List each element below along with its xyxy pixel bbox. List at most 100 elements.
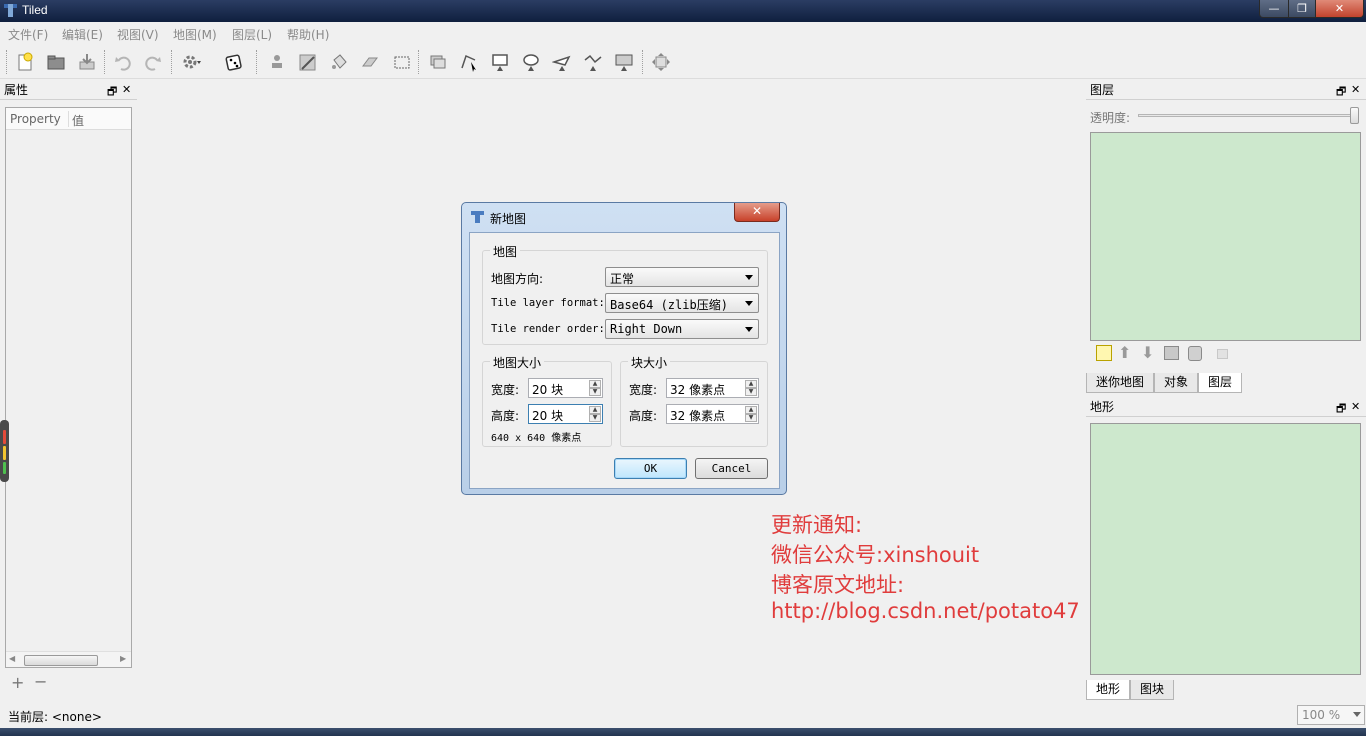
close-window-button[interactable]: ✕ — [1315, 0, 1364, 18]
spin-up-icon[interactable]: ▲ — [745, 380, 757, 388]
select-tile-icon — [430, 55, 446, 69]
tab-minimap[interactable]: 迷你地图 — [1086, 373, 1155, 393]
spin-up-icon[interactable]: ▲ — [589, 406, 601, 414]
tile-width-input[interactable]: 32 像素点 ▲ ▼ — [666, 378, 759, 398]
note-line-4[interactable]: http://blog.csdn.net/potato47 — [771, 599, 1080, 623]
spin-up-icon[interactable]: ▲ — [745, 406, 757, 414]
add-layer-icon[interactable] — [1096, 345, 1112, 361]
insert-ellipse-tool[interactable] — [519, 50, 543, 74]
new-map-dialog: 新地图 ✕ 地图 地图方向: 正常 Tile layer format: Bas… — [461, 202, 787, 495]
select-objects-tool[interactable] — [426, 50, 450, 74]
menu-view[interactable]: 视图(V) — [117, 26, 159, 43]
fit-map-icon — [652, 53, 670, 71]
delete-layer-icon[interactable] — [1188, 346, 1202, 361]
scroll-right-icon[interactable]: ▶ — [120, 654, 126, 663]
map-height-label: 高度: — [491, 409, 520, 423]
map-height-input[interactable]: 20 块 ▲ ▼ — [528, 404, 603, 424]
insert-polyline-icon — [584, 54, 602, 71]
stamp-brush-icon — [272, 55, 282, 68]
header-value[interactable]: 值 — [72, 112, 84, 129]
opacity-slider-track[interactable] — [1138, 114, 1358, 117]
command-icon — [183, 55, 201, 69]
properties-hscrollbar[interactable]: ◀ ▶ — [6, 651, 131, 667]
layer-properties-icon[interactable] — [1217, 349, 1228, 359]
scroll-thumb[interactable] — [24, 655, 98, 666]
tile-width-label: 宽度: — [629, 383, 658, 397]
raise-layer-icon[interactable]: ⬆ — [1118, 343, 1131, 362]
layers-tabbar: 迷你地图 对象 图层 — [1086, 373, 1243, 393]
map-group-title: 地图 — [490, 243, 521, 260]
divider — [1086, 416, 1366, 417]
eraser-icon — [362, 57, 378, 67]
spin-down-icon[interactable]: ▼ — [745, 388, 757, 396]
tile-height-input[interactable]: 32 像素点 ▲ ▼ — [666, 404, 759, 424]
save-button[interactable] — [75, 50, 99, 74]
tab-objects[interactable]: 对象 — [1154, 373, 1199, 393]
fit-map-button[interactable] — [649, 50, 673, 74]
cancel-button[interactable]: Cancel — [695, 458, 768, 479]
menu-help[interactable]: 帮助(H) — [287, 26, 329, 43]
properties-close-icon[interactable]: ✕ — [122, 83, 131, 96]
tile-height-value: 32 像素点 — [670, 409, 726, 423]
insert-polyline-tool[interactable] — [581, 50, 605, 74]
orientation-select[interactable]: 正常 — [605, 267, 759, 287]
layer-format-select[interactable]: Base64 (zlib压缩) — [605, 293, 759, 313]
close-icon: ✕ — [751, 204, 763, 218]
edit-polygons-tool[interactable] — [457, 50, 481, 74]
map-group: 地图 地图方向: 正常 Tile layer format: Base64 (z… — [482, 243, 768, 345]
maximize-button[interactable]: ❐ — [1288, 0, 1316, 18]
eraser-tool[interactable] — [358, 50, 382, 74]
insert-polygon-tool[interactable] — [550, 50, 574, 74]
spin-down-icon[interactable]: ▼ — [745, 414, 757, 422]
map-size-group-title: 地图大小 — [490, 354, 545, 371]
zoom-select[interactable]: 100 % — [1297, 705, 1365, 725]
insert-rectangle-tool[interactable] — [488, 50, 512, 74]
ok-button[interactable]: OK — [614, 458, 687, 479]
toolbar-separator — [171, 50, 172, 74]
terrain-brush-tool[interactable] — [296, 50, 320, 74]
opacity-slider-handle[interactable] — [1350, 107, 1359, 124]
tiled-app-icon — [4, 4, 17, 17]
terrain-title: 地形 — [1090, 400, 1115, 414]
bucket-fill-tool[interactable] — [327, 50, 351, 74]
properties-table[interactable]: Property 值 ◀ ▶ — [5, 107, 132, 668]
terrain-close-icon[interactable]: ✕ — [1351, 400, 1360, 413]
tab-layers[interactable]: 图层 — [1198, 373, 1243, 393]
random-mode-button[interactable] — [222, 50, 246, 74]
new-map-button[interactable] — [13, 50, 37, 74]
menu-map[interactable]: 地图(M) — [173, 26, 217, 43]
tab-terrain[interactable]: 地形 — [1086, 680, 1131, 700]
header-property[interactable]: Property — [10, 112, 61, 126]
note-line-2: 微信公众号:xinshouit — [771, 543, 980, 567]
menu-layer[interactable]: 图层(L) — [232, 26, 272, 43]
duplicate-layer-icon[interactable] — [1164, 346, 1179, 360]
open-button[interactable] — [44, 50, 68, 74]
render-order-select[interactable]: Right Down — [605, 319, 759, 339]
undo-button[interactable] — [111, 50, 135, 74]
lower-layer-icon[interactable]: ⬇ — [1141, 343, 1154, 362]
menu-file[interactable]: 文件(F) — [8, 26, 48, 43]
dialog-body: 地图 地图方向: 正常 Tile layer format: Base64 (z… — [469, 232, 780, 489]
command-button[interactable] — [180, 50, 204, 74]
spin-down-icon[interactable]: ▼ — [589, 414, 601, 422]
spin-up-icon[interactable]: ▲ — [589, 380, 601, 388]
scroll-left-icon[interactable]: ◀ — [9, 654, 15, 663]
insert-tile-icon — [615, 54, 633, 71]
layers-list[interactable] — [1090, 132, 1361, 341]
terrain-view[interactable] — [1090, 423, 1361, 675]
remove-property-icon[interactable]: − — [34, 672, 47, 691]
rect-select-tool[interactable] — [390, 50, 414, 74]
menu-edit[interactable]: 编辑(E) — [62, 26, 103, 43]
minimize-button[interactable]: — — [1259, 0, 1289, 18]
map-width-label: 宽度: — [491, 383, 520, 397]
dialog-close-button[interactable]: ✕ — [734, 203, 780, 222]
add-property-icon[interactable]: + — [11, 673, 24, 692]
spin-down-icon[interactable]: ▼ — [589, 388, 601, 396]
insert-tile-tool[interactable] — [612, 50, 636, 74]
redo-button[interactable] — [141, 50, 165, 74]
stamp-brush-tool[interactable] — [265, 50, 289, 74]
tab-tilesets[interactable]: 图块 — [1130, 680, 1175, 700]
chevron-down-icon — [745, 327, 753, 332]
map-width-input[interactable]: 20 块 ▲ ▼ — [528, 378, 603, 398]
layers-close-icon[interactable]: ✕ — [1351, 83, 1360, 96]
